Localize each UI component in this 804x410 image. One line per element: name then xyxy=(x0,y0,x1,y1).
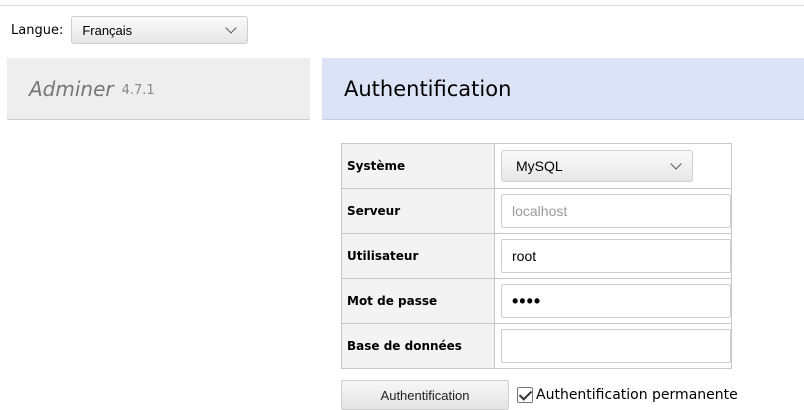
chevron-down-icon xyxy=(670,158,682,170)
login-button[interactable]: Authentification xyxy=(341,380,509,410)
username-label: Utilisateur xyxy=(341,233,495,279)
system-select[interactable]: MySQL xyxy=(501,150,693,182)
app-name-link[interactable]: Adminer xyxy=(29,77,114,101)
permanent-login-label: Authentification permanente xyxy=(536,387,738,403)
server-input[interactable]: localhost xyxy=(501,194,731,228)
password-input[interactable]: •••• xyxy=(501,284,731,318)
language-bar: Langue: Français xyxy=(8,15,249,45)
language-label: Langue: xyxy=(11,22,64,38)
page-title: Authentification xyxy=(344,76,512,101)
permanent-login-option[interactable]: Authentification permanente xyxy=(517,387,738,403)
language-select[interactable]: Français xyxy=(71,16,249,44)
form-row-username: Utilisateur root xyxy=(341,233,732,279)
chevron-down-icon xyxy=(225,22,237,34)
content-header: Authentification xyxy=(322,58,804,120)
login-form-table: Système MySQL Serveur localhost Utilisat… xyxy=(341,143,732,369)
permanent-login-checkbox[interactable] xyxy=(517,387,533,403)
top-divider xyxy=(0,5,804,6)
database-label: Base de données xyxy=(341,323,495,369)
system-label: Système xyxy=(341,143,495,189)
form-row-server: Serveur localhost xyxy=(341,188,732,234)
form-row-system: Système MySQL xyxy=(341,143,732,189)
form-actions: Authentification Authentification perman… xyxy=(341,380,738,410)
system-selected-value: MySQL xyxy=(516,158,563,174)
form-row-database: Base de données xyxy=(341,323,732,369)
username-input[interactable]: root xyxy=(501,239,731,273)
language-selected-value: Français xyxy=(82,22,133,38)
database-input[interactable] xyxy=(501,329,731,363)
password-label: Mot de passe xyxy=(341,278,495,324)
app-version: 4.7.1 xyxy=(121,83,155,98)
menu-header: Adminer 4.7.1 xyxy=(7,58,310,120)
server-label: Serveur xyxy=(341,188,495,234)
form-row-password: Mot de passe •••• xyxy=(341,278,732,324)
